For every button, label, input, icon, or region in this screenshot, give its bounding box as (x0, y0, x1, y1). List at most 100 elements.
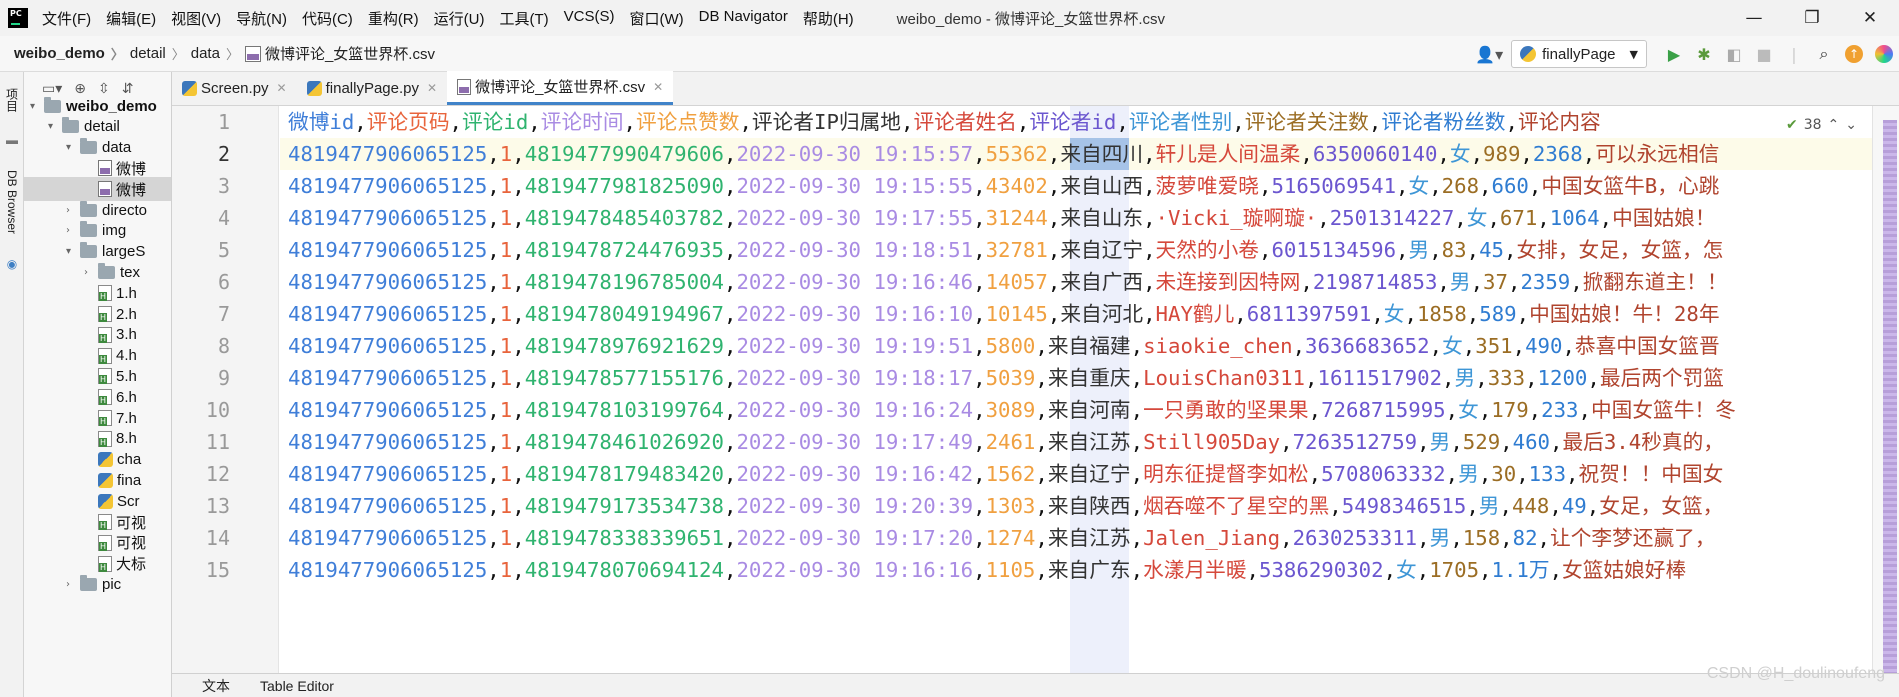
tab-table-editor[interactable]: Table Editor (260, 678, 334, 694)
user-icon[interactable]: 👤▾ (1467, 45, 1511, 64)
close-tab-icon[interactable]: ✕ (653, 80, 663, 94)
chevron-down-icon[interactable]: ▾ (48, 121, 62, 132)
left-tool-strip: 项目 ▬ DB Browser ◉ (0, 72, 24, 697)
menu-item[interactable]: 文件(F) (42, 8, 91, 29)
csv-separator: , (1300, 142, 1313, 166)
csv-separator: , (973, 174, 986, 198)
restore-icon[interactable]: ❐ (1783, 0, 1841, 36)
csv-separator: , (512, 270, 525, 294)
chevron-right-icon[interactable]: › (66, 579, 80, 590)
line-number: 12 (205, 462, 230, 486)
csv-cell: 来自辽宁 (1047, 462, 1131, 486)
tree-item-label: 7.h (116, 409, 137, 427)
csv-separator: , (512, 398, 525, 422)
csv-cell: 1274 (985, 526, 1036, 550)
csv-cell: 1 (499, 142, 513, 166)
ide-window: PC 文件(F) 编辑(E) 视图(V) 导航(N) 代码(C) 重构(R) 运行(U) 工具… (0, 0, 1899, 697)
csv-cell: 37 (1483, 270, 1508, 294)
csv-separator: , (1329, 494, 1342, 518)
csv-cell: 女排，女足，女篮，怎 (1516, 238, 1724, 262)
breadcrumb-data[interactable]: data 〉 (191, 44, 245, 63)
run-config-label: finallyPage (1542, 45, 1616, 63)
breadcrumb-detail[interactable]: detail 〉 (130, 44, 191, 63)
run-icon[interactable]: ▶ (1659, 45, 1689, 64)
csv-separator: , (1599, 206, 1613, 230)
minimize-icon[interactable]: — (1725, 0, 1783, 36)
csv-cell: 1105 (985, 558, 1036, 582)
csv-separator: , (1445, 398, 1459, 422)
csv-cell: 评论内容 (1517, 110, 1601, 134)
stop-icon[interactable]: ■ (1749, 45, 1779, 64)
menu-item[interactable]: DB Navigator (699, 8, 788, 29)
csv-cell: 来自辽宁 (1060, 238, 1144, 262)
menu-item[interactable]: 运行(U) (434, 8, 485, 29)
csv-separator: , (623, 110, 636, 134)
menu-item[interactable]: VCS(S) (564, 8, 615, 29)
run-config-select[interactable]: finallyPage ▼ (1511, 40, 1647, 68)
csv-cell: HAY鹤儿 (1155, 302, 1235, 326)
navigation-bar: weibo_demo 〉 detail 〉 data 〉 微博评论_女篮世界杯.csv… (0, 36, 1899, 72)
tab-text[interactable]: 文本 (202, 676, 230, 696)
close-icon[interactable]: ✕ (1841, 0, 1899, 36)
debug-icon[interactable]: ✱ (1689, 45, 1719, 64)
chevron-down-icon[interactable]: ▾ (66, 246, 80, 257)
db-browser-tool-tab[interactable]: DB Browser (0, 156, 24, 248)
menu-item[interactable]: 导航(N) (236, 8, 287, 29)
csv-line: 4819477906065125,1,4819478976921629,2022… (288, 330, 1720, 362)
csv-separator: , (354, 110, 367, 134)
pycharm-logo-icon: PC (8, 8, 28, 28)
tree-item-label: 4.h (116, 347, 137, 365)
csv-cell: 女 (1458, 398, 1479, 422)
csv-separator: , (487, 462, 500, 486)
close-tab-icon[interactable]: ✕ (427, 81, 437, 95)
chevron-right-icon[interactable]: › (84, 267, 98, 278)
folder-icon: ▬ (5, 133, 19, 147)
py-icon (98, 472, 113, 488)
close-tab-icon[interactable]: ✕ (277, 81, 287, 95)
csv-separator: , (973, 142, 986, 166)
csv-cell: 中国姑娘！ (1612, 206, 1716, 230)
tool-tab-label: 项目 (4, 88, 19, 112)
update-icon[interactable]: ↑ (1839, 45, 1869, 63)
csv-separator: , (1516, 462, 1529, 486)
csv-separator: , (723, 366, 737, 390)
search-icon[interactable]: ⌕ (1809, 44, 1839, 64)
chevron-down-icon[interactable]: ⌄ (1845, 117, 1857, 133)
menu-item[interactable]: 视图(V) (171, 8, 221, 29)
breadcrumb-project[interactable]: weibo_demo 〉 (14, 44, 130, 63)
chevron-up-icon[interactable]: ⌃ (1828, 117, 1840, 133)
csv-separator: , (487, 270, 500, 294)
csv-separator: , (1537, 526, 1551, 550)
jetbrains-logo-icon[interactable] (1869, 45, 1899, 63)
menu-item[interactable]: 重构(R) (368, 8, 419, 29)
menu-item[interactable]: 代码(C) (302, 8, 353, 29)
csv-separator: , (1466, 238, 1480, 262)
csv-cell: 1611517902 (1317, 366, 1443, 390)
menu-item[interactable]: 帮助(H) (803, 8, 854, 29)
csv-editor[interactable]: 微博id, 评论页码, 评论id, 评论时间, 评论点赞数, 评论者IP归属地, 评论者姓名… (280, 106, 1872, 673)
csv-cell: 4819477906065125 (288, 398, 488, 422)
coverage-icon[interactable]: ◧ (1719, 45, 1749, 64)
inspection-widget[interactable]: ✔ 38 ⌃ ⌄ (1786, 117, 1857, 133)
csv-cell: 中国女篮牛B，心跳 (1541, 174, 1720, 198)
csv-cell: ·Vicki_璇啊璇· (1155, 206, 1318, 230)
tree-item-label: pic (102, 575, 122, 593)
chevron-right-icon[interactable]: › (66, 225, 80, 236)
csv-cell: 4819477906065125 (288, 206, 488, 230)
tree-item[interactable]: › pic (24, 572, 121, 596)
menu-item[interactable]: 编辑(E) (106, 8, 156, 29)
csv-cell: 49 (1561, 494, 1587, 518)
menu-item[interactable]: 窗口(W) (629, 8, 683, 29)
project-tool-tab[interactable]: 项目 (0, 78, 24, 122)
vertical-scrollbar[interactable] (1872, 106, 1899, 687)
chevron-down-icon[interactable]: ▾ (30, 101, 44, 112)
tab-screen-py[interactable]: Screen.py ✕ (172, 71, 297, 105)
csv-separator: , (1371, 302, 1384, 326)
tab-finallypage-py[interactable]: finallyPage.py ✕ (297, 71, 447, 105)
chevron-down-icon[interactable]: ▾ (66, 142, 80, 153)
csv-cell: 2022-09-30 19:17:20 (736, 526, 974, 550)
menu-item[interactable]: 工具(T) (499, 8, 548, 29)
tab-csv-file[interactable]: 微博评论_女篮世界杯.csv ✕ (447, 71, 674, 105)
breadcrumb-file[interactable]: 微博评论_女篮世界杯.csv (244, 43, 435, 64)
chevron-right-icon[interactable]: › (66, 205, 80, 216)
